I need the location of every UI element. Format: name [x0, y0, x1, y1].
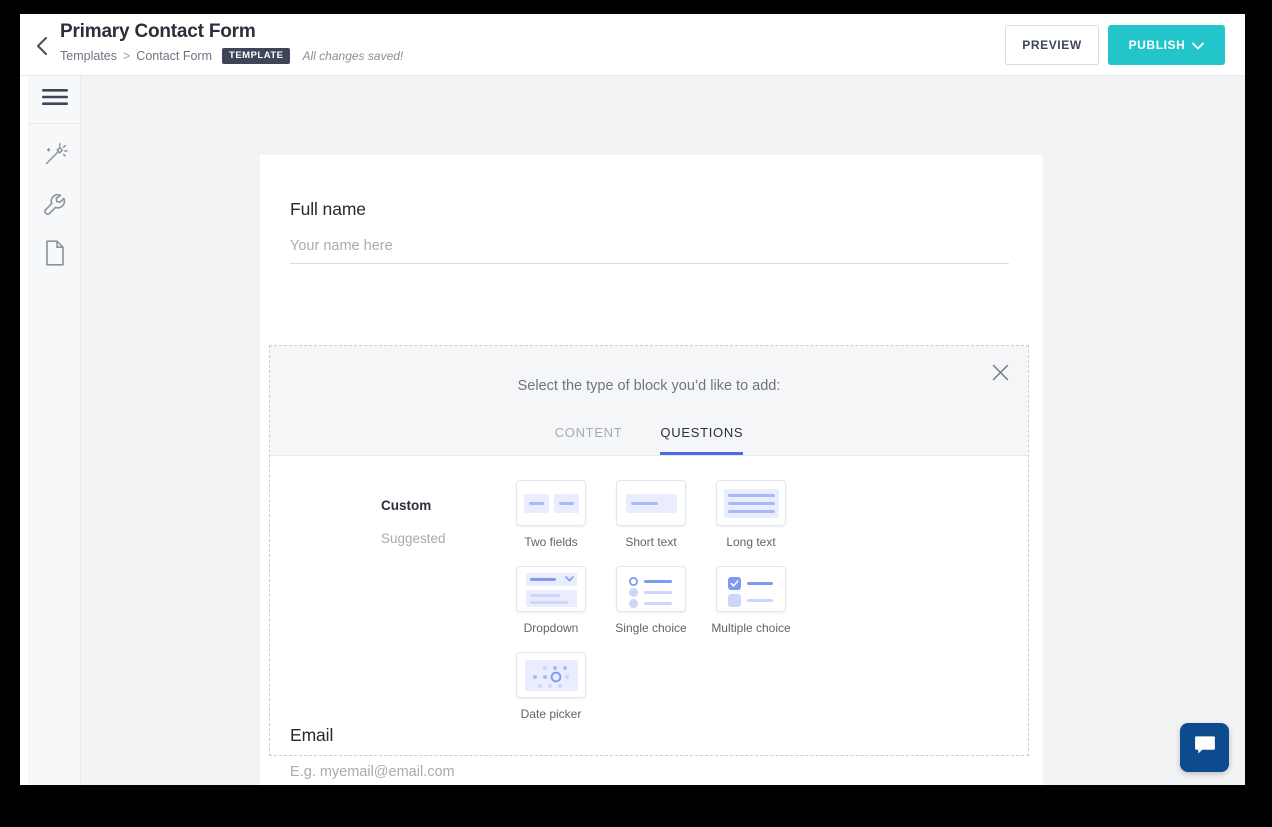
form-field-full-name: Full name Your name here: [290, 199, 1009, 264]
sidebar-item-design[interactable]: [28, 133, 81, 182]
dropdown-icon[interactable]: [516, 566, 586, 612]
wrench-icon: [42, 192, 67, 222]
field-label: Full name: [290, 199, 366, 219]
block-picker-tabs: CONTENT QUESTIONS: [270, 425, 1028, 455]
field-label: Email: [290, 725, 334, 745]
preview-button[interactable]: PREVIEW: [1005, 25, 1099, 65]
form-field-email: Email E.g. myemail@email.com: [290, 725, 1009, 785]
publish-button[interactable]: PUBLISH: [1108, 25, 1225, 65]
chat-bubble-icon: [1193, 733, 1217, 762]
block-card-label: Two fields: [524, 535, 578, 549]
back-button[interactable]: [28, 32, 56, 60]
left-rail: [28, 76, 81, 785]
block-card-label: Short text: [625, 535, 677, 549]
close-block-picker-button[interactable]: [988, 363, 1012, 387]
email-input[interactable]: E.g. myemail@email.com: [290, 764, 1009, 785]
template-badge: TEMPLATE: [222, 48, 290, 64]
sidebar-item-settings[interactable]: [28, 182, 81, 231]
breadcrumb-current: Contact Form: [136, 49, 213, 63]
form-canvas: Full name Your name here Select the type…: [81, 76, 1245, 785]
tab-content[interactable]: CONTENT: [555, 425, 623, 455]
block-picker-prompt: Select the type of block you’d like to a…: [517, 378, 781, 394]
full-name-input[interactable]: Your name here: [290, 238, 1009, 264]
hamburger-menu-icon: [41, 88, 68, 111]
block-picker-header: Select the type of block you’d like to a…: [270, 346, 1028, 456]
long-text-icon[interactable]: [716, 480, 786, 526]
sidebar-item-pages[interactable]: [28, 231, 81, 280]
category-suggested[interactable]: Suggested: [381, 522, 491, 555]
category-custom[interactable]: Custom: [381, 489, 491, 522]
block-type-grid: Two fields Short text Long text Dropdown…: [501, 480, 801, 738]
block-card-label: Dropdown: [523, 621, 579, 635]
block-picker-body: Custom Suggested Two fields Short text L…: [270, 456, 1028, 755]
block-card-single-choice: Single choice: [601, 566, 701, 652]
save-status: All changes saved!: [302, 49, 404, 63]
block-card-label: Multiple choice: [711, 621, 791, 635]
top-bar: Primary Contact Form Templates > Contact…: [20, 14, 1245, 76]
block-card-label: Long text: [726, 535, 776, 549]
magic-wand-icon: [42, 142, 68, 173]
app-window: Primary Contact Form Templates > Contact…: [20, 14, 1245, 785]
breadcrumb-root[interactable]: Templates: [60, 49, 117, 63]
chat-widget-button[interactable]: [1180, 723, 1229, 772]
chevron-left-icon: [35, 36, 49, 56]
page-title: Primary Contact Form: [60, 21, 256, 42]
publish-button-label: PUBLISH: [1128, 38, 1186, 52]
block-card-two-fields: Two fields: [501, 480, 601, 566]
multiple-choice-icon[interactable]: [716, 566, 786, 612]
two-fields-icon[interactable]: [516, 480, 586, 526]
block-card-label: Date picker: [520, 707, 582, 721]
breadcrumb-separator: >: [122, 49, 131, 63]
block-card-dropdown: Dropdown: [501, 566, 601, 652]
chevron-down-icon: [1192, 39, 1205, 53]
form-sheet: Full name Your name here Select the type…: [260, 155, 1043, 785]
block-card-multiple-choice: Multiple choice: [701, 566, 801, 652]
breadcrumb: Templates > Contact Form TEMPLATE All ch…: [60, 48, 403, 64]
title-block: Primary Contact Form Templates > Contact…: [60, 20, 403, 64]
date-picker-icon[interactable]: [516, 652, 586, 698]
single-choice-icon[interactable]: [616, 566, 686, 612]
block-card-long-text: Long text: [701, 480, 801, 566]
close-icon: [992, 364, 1009, 386]
tab-questions[interactable]: QUESTIONS: [660, 425, 744, 455]
block-picker-panel: Select the type of block you’d like to a…: [269, 345, 1029, 756]
header-actions: PREVIEW PUBLISH: [1005, 25, 1225, 65]
block-categories: Custom Suggested: [381, 489, 491, 555]
block-card-short-text: Short text: [601, 480, 701, 566]
short-text-icon[interactable]: [616, 480, 686, 526]
document-icon: [44, 240, 66, 271]
menu-toggle-button[interactable]: [28, 76, 81, 124]
block-card-label: Single choice: [615, 621, 687, 635]
